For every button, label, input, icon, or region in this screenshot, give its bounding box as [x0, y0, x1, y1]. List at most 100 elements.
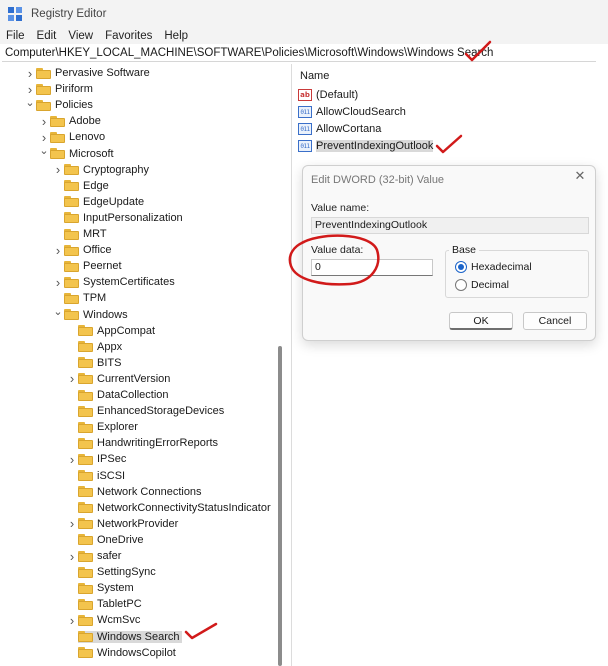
- tree-node-body[interactable]: MRT: [64, 228, 109, 240]
- chevron-right-icon[interactable]: ›: [66, 548, 78, 564]
- tree-node-body[interactable]: IPSec: [78, 453, 128, 465]
- tree-node-body[interactable]: Appx: [78, 341, 124, 353]
- tree-node-body[interactable]: SettingSync: [78, 566, 158, 578]
- menu-favorites[interactable]: Favorites: [99, 30, 158, 42]
- tree-node[interactable]: EnhancedStorageDevices: [66, 403, 226, 419]
- chevron-right-icon[interactable]: ›: [52, 274, 64, 290]
- tree-node-body[interactable]: Explorer: [78, 421, 140, 433]
- tree-node-body[interactable]: BITS: [78, 357, 123, 369]
- tree-node[interactable]: › Cryptography: [52, 162, 151, 178]
- tree-node-body[interactable]: WcmSvc: [78, 614, 142, 626]
- tree-node[interactable]: InputPersonalization: [52, 210, 185, 226]
- registry-value-row[interactable]: ab (Default): [298, 87, 358, 103]
- tree-node-body[interactable]: EnhancedStorageDevices: [78, 405, 226, 417]
- tree-node[interactable]: ⌄ Policies: [24, 97, 95, 113]
- tree-node-body[interactable]: Windows: [64, 309, 130, 321]
- decimal-option[interactable]: Decimal: [455, 279, 509, 291]
- menu-file[interactable]: File: [0, 30, 31, 42]
- tree-node-body[interactable]: TPM: [64, 292, 108, 304]
- close-icon[interactable]: ✕: [573, 170, 587, 184]
- registry-value-row[interactable]: 011 AllowCloudSearch: [298, 104, 406, 120]
- chevron-down-icon[interactable]: ⌄: [52, 304, 64, 320]
- tree-node-body[interactable]: Piriform: [36, 83, 95, 95]
- tree-node-body[interactable]: Windows Search: [78, 630, 182, 643]
- tree-node[interactable]: BITS: [66, 355, 123, 371]
- tree-node-body[interactable]: Policies: [36, 99, 95, 111]
- registry-key-tree[interactable]: › Pervasive Software › Piriform ⌄ Policies › Ad…: [2, 64, 286, 666]
- hexadecimal-radio[interactable]: [455, 261, 467, 273]
- menu-view[interactable]: View: [62, 30, 99, 42]
- tree-node[interactable]: AppCompat: [66, 323, 157, 339]
- tree-node[interactable]: Network Connections: [66, 484, 204, 500]
- tree-node-body[interactable]: SystemCertificates: [64, 276, 177, 288]
- tree-node[interactable]: iSCSI: [66, 468, 127, 484]
- tree-node[interactable]: DataCollection: [66, 387, 171, 403]
- tree-node[interactable]: Appx: [66, 339, 124, 355]
- tree-node[interactable]: NetworkConnectivityStatusIndicator: [66, 500, 273, 516]
- tree-node-body[interactable]: Peernet: [64, 260, 124, 272]
- pane-splitter[interactable]: [291, 64, 292, 666]
- tree-node-body[interactable]: Cryptography: [64, 164, 151, 176]
- decimal-radio[interactable]: [455, 279, 467, 291]
- tree-node[interactable]: › WcmSvc: [66, 612, 142, 628]
- tree-node-body[interactable]: TabletPC: [78, 598, 144, 610]
- tree-node-body[interactable]: EdgeUpdate: [64, 196, 146, 208]
- chevron-right-icon[interactable]: ›: [66, 371, 78, 387]
- chevron-right-icon[interactable]: ›: [24, 65, 36, 81]
- registry-value-row[interactable]: 011 AllowCortana: [298, 121, 381, 137]
- tree-node-body[interactable]: iSCSI: [78, 470, 127, 482]
- tree-node-body[interactable]: WindowsCopilot: [78, 647, 178, 659]
- tree-node[interactable]: ⌄ Microsoft: [38, 143, 116, 162]
- registry-value-row[interactable]: 011 PreventIndexingOutlook: [298, 138, 434, 154]
- tree-node-body[interactable]: DataCollection: [78, 389, 171, 401]
- tree-node-body[interactable]: AppCompat: [78, 325, 157, 337]
- value-data-field[interactable]: 0: [311, 259, 433, 276]
- tree-node-body[interactable]: System: [78, 582, 136, 594]
- tree-node-body[interactable]: Lenovo: [50, 131, 107, 143]
- tree-node[interactable]: › SystemCertificates: [52, 274, 177, 290]
- hexadecimal-option[interactable]: Hexadecimal: [455, 261, 532, 273]
- ok-button[interactable]: OK: [449, 312, 513, 330]
- tree-node[interactable]: ⌄ Windows: [52, 304, 130, 323]
- tree-node-body[interactable]: NetworkProvider: [78, 518, 180, 530]
- tree-node[interactable]: HandwritingErrorReports: [66, 435, 220, 451]
- tree-node[interactable]: Explorer: [66, 419, 140, 435]
- menu-edit[interactable]: Edit: [31, 30, 63, 42]
- tree-node-body[interactable]: NetworkConnectivityStatusIndicator: [78, 502, 273, 514]
- tree-node[interactable]: SettingSync: [66, 564, 158, 580]
- chevron-right-icon[interactable]: ›: [66, 612, 78, 628]
- tree-node-body[interactable]: Adobe: [50, 115, 103, 127]
- tree-node[interactable]: WindowsCopilot: [66, 645, 178, 661]
- address-bar[interactable]: Computer\HKEY_LOCAL_MACHINE\SOFTWARE\Pol…: [2, 45, 596, 62]
- tree-node[interactable]: Edge: [52, 178, 111, 194]
- tree-node-body[interactable]: Pervasive Software: [36, 67, 152, 79]
- column-header-name[interactable]: Name: [300, 70, 329, 82]
- tree-node-body[interactable]: InputPersonalization: [64, 212, 185, 224]
- tree-node[interactable]: MRT: [52, 226, 109, 242]
- tree-node-body[interactable]: CurrentVersion: [78, 373, 172, 385]
- tree-node[interactable]: › IPSec: [66, 451, 128, 467]
- tree-node-body[interactable]: Edge: [64, 180, 111, 192]
- tree-node[interactable]: EdgeUpdate: [52, 194, 146, 210]
- cancel-button[interactable]: Cancel: [523, 312, 587, 330]
- tree-node-body[interactable]: HandwritingErrorReports: [78, 437, 220, 449]
- tree-node[interactable]: › NetworkProvider: [66, 516, 180, 532]
- tree-node-body[interactable]: Office: [64, 244, 114, 256]
- chevron-right-icon[interactable]: ›: [66, 516, 78, 532]
- tree-node[interactable]: › safer: [66, 548, 123, 564]
- tree-node[interactable]: › Pervasive Software: [24, 65, 152, 81]
- chevron-down-icon[interactable]: ⌄: [38, 143, 50, 159]
- tree-node[interactable]: TabletPC: [66, 596, 144, 612]
- tree-node[interactable]: › CurrentVersion: [66, 371, 172, 387]
- chevron-right-icon[interactable]: ›: [66, 451, 78, 467]
- tree-node[interactable]: › Office: [52, 242, 114, 258]
- tree-node[interactable]: System: [66, 580, 136, 596]
- tree-scrollbar[interactable]: [278, 346, 282, 666]
- tree-node-body[interactable]: safer: [78, 550, 123, 562]
- chevron-right-icon[interactable]: ›: [52, 162, 64, 178]
- chevron-right-icon[interactable]: ›: [38, 113, 50, 129]
- tree-node-body[interactable]: OneDrive: [78, 534, 145, 546]
- tree-node[interactable]: Peernet: [52, 258, 124, 274]
- tree-node[interactable]: Windows Search: [66, 629, 182, 645]
- tree-node-body[interactable]: Network Connections: [78, 486, 204, 498]
